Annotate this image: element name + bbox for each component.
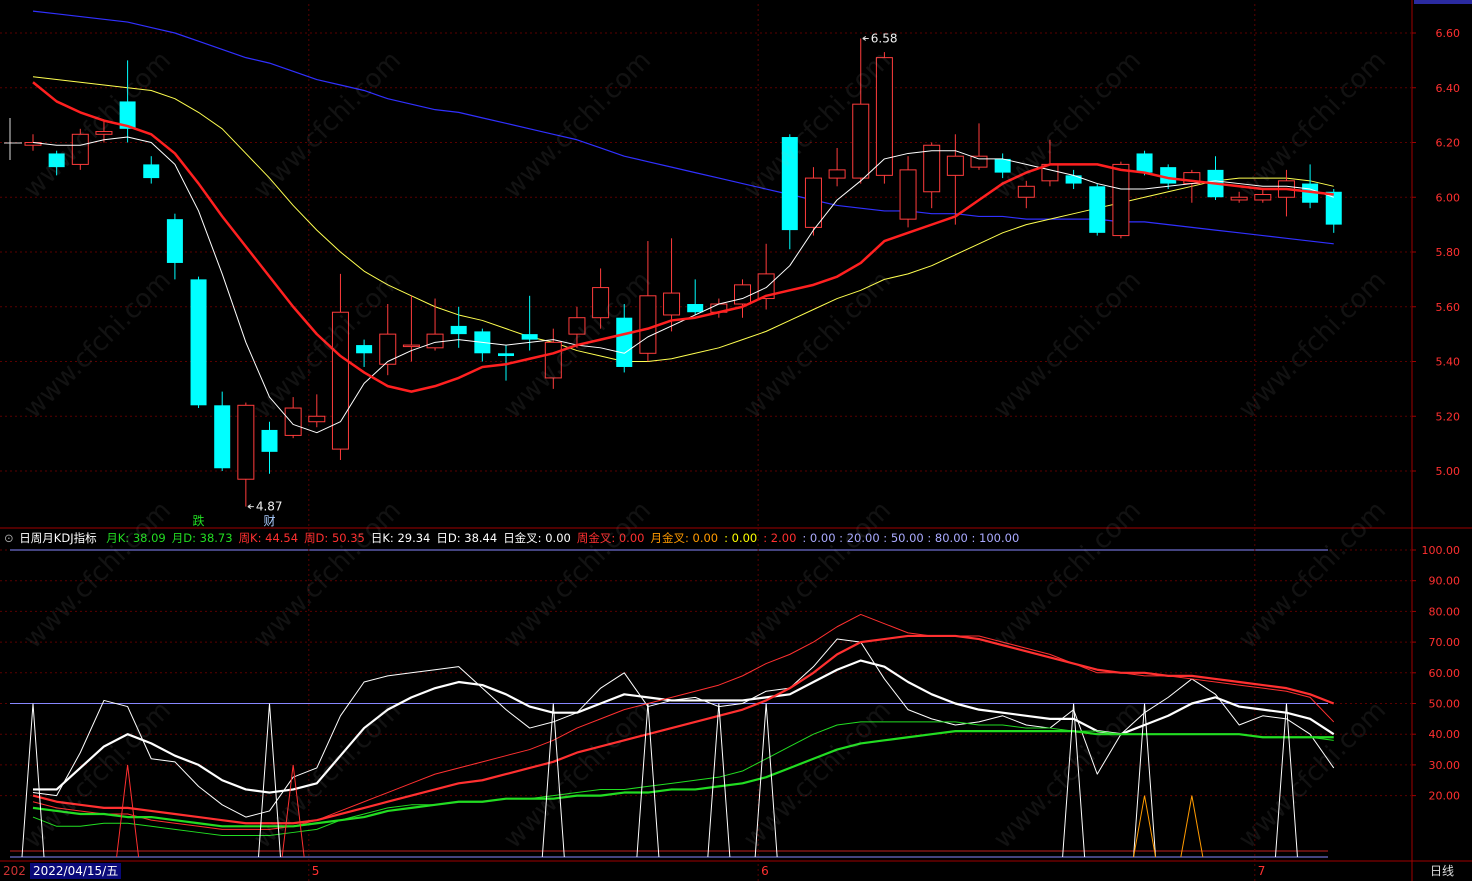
header-item-6: 日金叉: 0.00 xyxy=(503,531,571,545)
candle-body xyxy=(95,131,113,135)
candle-body xyxy=(639,295,657,354)
candle-body xyxy=(284,407,302,436)
header-item-5: 日D: 38.44 xyxy=(436,531,498,545)
candle-body xyxy=(592,287,610,319)
sub-tick-label: 50.00 xyxy=(1429,698,1461,711)
candle-body xyxy=(331,311,349,450)
sub-tick-label: 70.00 xyxy=(1429,636,1461,649)
sub-tick-label: 80.00 xyxy=(1429,605,1461,618)
header-item-8: 月金叉: 0.00 xyxy=(650,531,719,545)
candle-body xyxy=(852,103,870,179)
header-item-2: 周K: 44.54 xyxy=(238,531,299,545)
collapse-icon[interactable]: ⊙ xyxy=(4,531,14,545)
y-tick-label: 6.60 xyxy=(1436,27,1461,40)
annotation-marker: 财 xyxy=(264,514,276,528)
corner-indicator xyxy=(1414,0,1472,4)
candle-body xyxy=(946,155,964,176)
candle-body xyxy=(143,164,160,179)
y-tick-label: 6.20 xyxy=(1436,137,1461,150)
candle-body xyxy=(1160,167,1177,184)
candle-body xyxy=(781,137,798,231)
stock-chart[interactable]: 5.00 5.20 5.40 5.60 5.80 6.00 6.20 6.40 6.60 20.0… xyxy=(0,0,1472,881)
header-item-0: 月K: 38.09 xyxy=(106,531,166,545)
header-item-11: : 0.00 : 20.00 : 50.00 : 80.00 : 100.00 xyxy=(802,531,1020,545)
candle-body xyxy=(1254,194,1272,201)
annotation-marker: 跌 xyxy=(193,513,205,528)
candle-body xyxy=(190,279,207,406)
date-prefix: 202 xyxy=(3,864,26,878)
candle-body xyxy=(663,292,681,316)
sub-tick-label: 20.00 xyxy=(1429,790,1461,803)
candle-body xyxy=(71,133,89,165)
candle-body xyxy=(616,317,633,367)
candle-body xyxy=(214,405,231,469)
candle-body xyxy=(923,144,941,193)
candle-body xyxy=(804,177,822,228)
y-tick-label: 6.00 xyxy=(1436,191,1461,204)
y-tick-label: 5.00 xyxy=(1436,465,1461,478)
indicator-header: ⊙ 日周月KDJ指标 月K: 38.09 月D: 38.73 周K: 44.54 周D… xyxy=(0,529,1031,547)
sub-tick-label: 60.00 xyxy=(1429,667,1461,680)
header-item-10: : 2.00 xyxy=(763,531,797,545)
candle-body xyxy=(261,429,278,452)
sub-tick-label: 30.00 xyxy=(1429,759,1461,772)
sub-tick-label: 40.00 xyxy=(1429,728,1461,741)
plot-bg xyxy=(0,0,1412,881)
y-tick-label: 5.40 xyxy=(1436,356,1461,369)
y-tick-label: 6.40 xyxy=(1436,82,1461,95)
candle-body xyxy=(994,158,1011,173)
candle-body xyxy=(828,169,846,179)
candle-body xyxy=(687,304,704,313)
candle-body xyxy=(970,155,988,168)
candle-body xyxy=(356,345,373,354)
cursor-date: 2022/04/15/五 xyxy=(30,863,122,879)
annotation-label: 6.58 xyxy=(871,31,898,45)
annotation-label: 4.87 xyxy=(256,500,283,514)
header-item-7: 周金叉: 0.00 xyxy=(576,531,645,545)
y-tick-label: 5.20 xyxy=(1436,410,1461,423)
candle-body xyxy=(450,325,467,335)
candle-body xyxy=(521,334,538,340)
candle-body xyxy=(1017,185,1035,198)
x-tick-label: 6 xyxy=(761,864,769,878)
header-item-4: 日K: 29.34 xyxy=(370,531,431,545)
indicator-name[interactable]: 日周月KDJ指标 xyxy=(19,531,96,545)
candle-body xyxy=(734,284,751,305)
candle-body xyxy=(1136,153,1153,173)
candle-body xyxy=(48,153,65,168)
candle-body xyxy=(426,333,444,349)
x-tick-label: 5 xyxy=(312,864,320,878)
header-item-9: : 0.00 xyxy=(724,531,758,545)
candle-body xyxy=(1089,186,1106,233)
candle-body xyxy=(498,353,514,357)
x-tick-label: 7 xyxy=(1258,864,1266,878)
candle-body xyxy=(568,317,586,335)
candle-body xyxy=(1065,175,1082,184)
candle-body xyxy=(899,169,917,220)
sub-tick-label: 90.00 xyxy=(1429,575,1461,588)
header-item-1: 月D: 38.73 xyxy=(171,531,233,545)
candle-body xyxy=(1112,163,1130,237)
period-tab[interactable]: 日线 xyxy=(1424,862,1460,880)
y-tick-label: 5.60 xyxy=(1436,301,1461,314)
candle-body xyxy=(237,404,255,480)
candle-body xyxy=(166,219,183,263)
candle-body xyxy=(1325,191,1342,225)
candle-body xyxy=(379,333,397,365)
candle-body xyxy=(402,344,420,348)
candle-body xyxy=(308,415,326,423)
y-tick-label: 5.80 xyxy=(1436,246,1461,259)
candle-body xyxy=(544,341,562,379)
candle-body xyxy=(1230,196,1248,201)
header-item-3: 周D: 50.35 xyxy=(304,531,365,545)
sub-tick-label: 100.00 xyxy=(1422,544,1461,557)
